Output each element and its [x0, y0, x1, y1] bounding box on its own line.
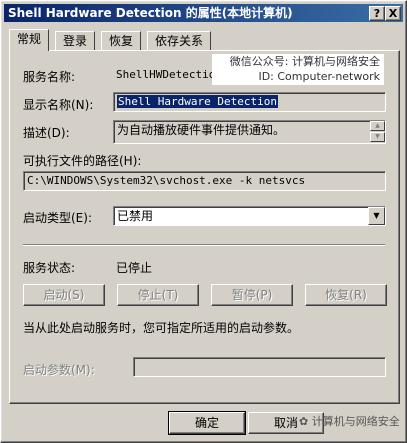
description-value: 为自动播放硬件事件提供通知。	[117, 123, 286, 137]
watermark-line-2: ID: Computer-network	[258, 70, 380, 83]
service-name-label: 服务名称:	[23, 70, 76, 84]
display-name-value: Shell Hardware Detection	[117, 95, 278, 108]
close-button[interactable]: X	[385, 6, 401, 21]
display-name-field[interactable]: Shell Hardware Detection	[113, 92, 386, 112]
start-button[interactable]: 启动(S)	[23, 284, 105, 306]
bottom-watermark-text: 计算机与网络安全	[311, 415, 400, 428]
exe-path-label: 可执行文件的路径(H):	[23, 154, 142, 168]
general-panel: 服务名称: ShellHWDetection 显示名称(N): Shell Ha…	[9, 50, 400, 404]
params-label: 启动参数(M):	[23, 363, 95, 377]
bottom-watermark: ✿ 计算机与网络安全	[299, 413, 400, 429]
tab-general[interactable]: 常规	[9, 29, 50, 51]
watermark-box: 微信公众号: 计算机与网络安全 ID: Computer-network	[212, 54, 384, 85]
service-name-value: ShellHWDetection	[116, 68, 222, 81]
display-name-label: 显示名称(N):	[23, 98, 94, 112]
watermark-line-1: 微信公众号: 计算机与网络安全	[229, 55, 380, 68]
exe-path-value: C:\WINDOWS\System32\svchost.exe -k netsv…	[27, 174, 306, 187]
chevron-down-icon[interactable]: ▼	[368, 207, 385, 225]
stop-button[interactable]: 停止(T)	[117, 284, 199, 306]
startup-type-select[interactable]: 已禁用 ▼	[113, 206, 386, 226]
params-input[interactable]	[133, 357, 386, 377]
status-label: 服务状态:	[23, 261, 76, 275]
startup-type-label: 启动类型(E):	[23, 211, 92, 225]
ok-button[interactable]: 确定	[168, 411, 246, 435]
description-label: 描述(D):	[23, 126, 70, 140]
tab-dependencies[interactable]: 依存关系	[147, 31, 212, 51]
tab-recovery[interactable]: 恢复	[101, 31, 142, 51]
params-hint: 当从此处启动服务时，您可指定所适用的启动参数。	[23, 321, 300, 335]
title-bar[interactable]: Shell Hardware Detection 的属性(本地计算机) ? X	[4, 4, 403, 22]
exe-path-field[interactable]: C:\WINDOWS\System32\svchost.exe -k netsv…	[23, 171, 386, 191]
scroll-up-icon[interactable]: ▲	[370, 121, 385, 131]
properties-window: Shell Hardware Detection 的属性(本地计算机) ? X …	[0, 0, 407, 443]
status-value: 已停止	[116, 261, 153, 275]
scroll-down-icon[interactable]: ▼	[370, 132, 385, 142]
help-button[interactable]: ?	[369, 6, 385, 21]
wechat-icon: ✿	[299, 415, 309, 428]
tab-logon[interactable]: 登录	[55, 31, 96, 51]
description-field[interactable]: 为自动播放硬件事件提供通知。 ▲ ▼	[113, 120, 386, 144]
separator	[23, 244, 385, 246]
window-title: Shell Hardware Detection 的属性(本地计算机)	[8, 6, 293, 20]
startup-type-value: 已禁用	[117, 209, 154, 223]
resume-button[interactable]: 恢复(R)	[305, 284, 387, 306]
pause-button[interactable]: 暂停(P)	[211, 284, 293, 306]
